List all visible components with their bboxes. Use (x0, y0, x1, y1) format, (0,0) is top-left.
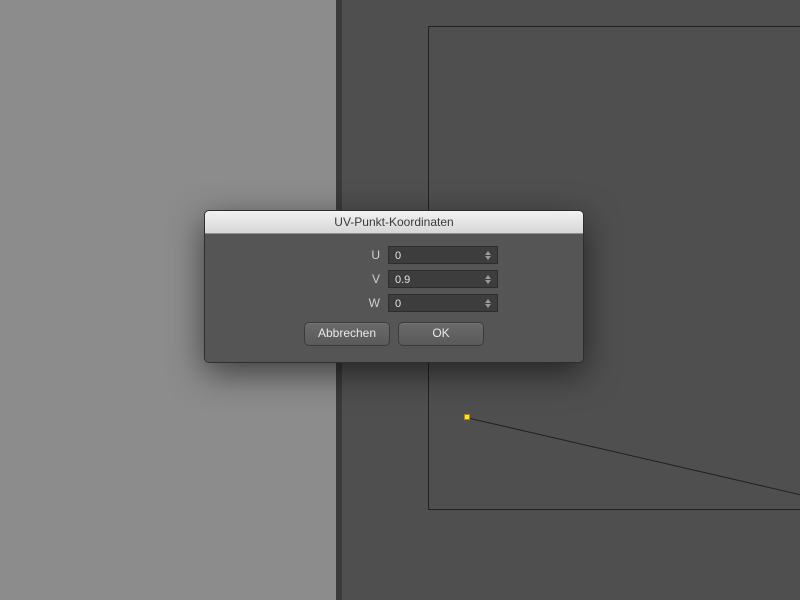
spinner-w[interactable] (485, 295, 495, 311)
dialog-body: U 0 V 0.9 W 0 (205, 234, 583, 362)
uv-point-coordinates-dialog: UV-Punkt-Koordinaten U 0 V 0.9 (204, 210, 584, 363)
chevron-down-icon[interactable] (485, 280, 491, 284)
cancel-button[interactable]: Abbrechen (304, 322, 390, 346)
input-w-value: 0 (395, 298, 401, 310)
row-w: W 0 (225, 294, 563, 312)
input-u[interactable]: 0 (388, 246, 498, 264)
label-v: V (290, 272, 388, 286)
label-w: W (290, 296, 388, 310)
selected-uv-point[interactable] (464, 414, 470, 420)
input-w[interactable]: 0 (388, 294, 498, 312)
ok-button[interactable]: OK (398, 322, 484, 346)
chevron-up-icon[interactable] (485, 251, 491, 255)
row-v: V 0.9 (225, 270, 563, 288)
dialog-button-row: Abbrechen OK (225, 322, 563, 346)
dialog-title: UV-Punkt-Koordinaten (205, 211, 583, 234)
row-u: U 0 (225, 246, 563, 264)
chevron-up-icon[interactable] (485, 299, 491, 303)
chevron-down-icon[interactable] (485, 256, 491, 260)
input-v[interactable]: 0.9 (388, 270, 498, 288)
label-u: U (290, 248, 388, 262)
spinner-u[interactable] (485, 247, 495, 263)
chevron-down-icon[interactable] (485, 304, 491, 308)
input-u-value: 0 (395, 250, 401, 262)
spinner-v[interactable] (485, 271, 495, 287)
input-v-value: 0.9 (395, 274, 410, 286)
chevron-up-icon[interactable] (485, 275, 491, 279)
